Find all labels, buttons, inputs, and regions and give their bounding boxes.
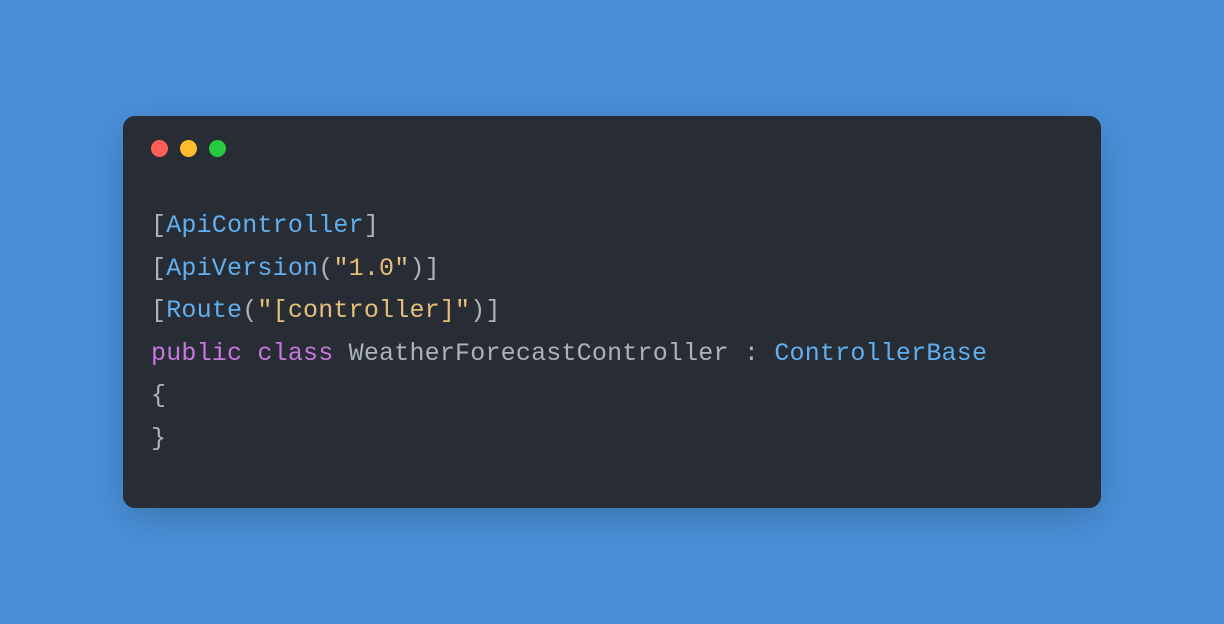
code-line-6: } — [151, 418, 1073, 461]
paren-close: ) — [409, 254, 424, 283]
code-content: [ApiController] [ApiVersion("1.0")] [Rou… — [123, 157, 1101, 508]
bracket-open: [ — [151, 254, 166, 283]
space — [333, 339, 348, 368]
code-line-3: [Route("[controller]")] — [151, 290, 1073, 333]
window-minimize-dot[interactable] — [180, 140, 197, 157]
colon: : — [744, 339, 759, 368]
class-name: WeatherForecastController — [349, 339, 729, 368]
attribute-name: ApiController — [166, 211, 364, 240]
code-line-4: public class WeatherForecastController :… — [151, 333, 1073, 376]
brace-close: } — [151, 424, 166, 453]
keyword-public: public — [151, 339, 242, 368]
code-line-5: { — [151, 375, 1073, 418]
paren-open: ( — [242, 296, 257, 325]
base-class-name: ControllerBase — [774, 339, 987, 368]
space — [759, 339, 774, 368]
bracket-close: ] — [425, 254, 440, 283]
bracket-open: [ — [151, 296, 166, 325]
window-close-dot[interactable] — [151, 140, 168, 157]
code-window: [ApiController] [ApiVersion("1.0")] [Rou… — [123, 116, 1101, 508]
window-maximize-dot[interactable] — [209, 140, 226, 157]
space — [729, 339, 744, 368]
brace-open: { — [151, 381, 166, 410]
code-line-1: [ApiController] — [151, 205, 1073, 248]
space — [242, 339, 257, 368]
paren-close: ) — [470, 296, 485, 325]
bracket-open: [ — [151, 211, 166, 240]
attribute-name: Route — [166, 296, 242, 325]
window-controls — [123, 116, 1101, 157]
string-literal: "1.0" — [333, 254, 409, 283]
bracket-close: ] — [485, 296, 500, 325]
string-literal: "[controller]" — [257, 296, 470, 325]
code-line-2: [ApiVersion("1.0")] — [151, 248, 1073, 291]
attribute-name: ApiVersion — [166, 254, 318, 283]
bracket-close: ] — [364, 211, 379, 240]
paren-open: ( — [318, 254, 333, 283]
keyword-class: class — [257, 339, 333, 368]
